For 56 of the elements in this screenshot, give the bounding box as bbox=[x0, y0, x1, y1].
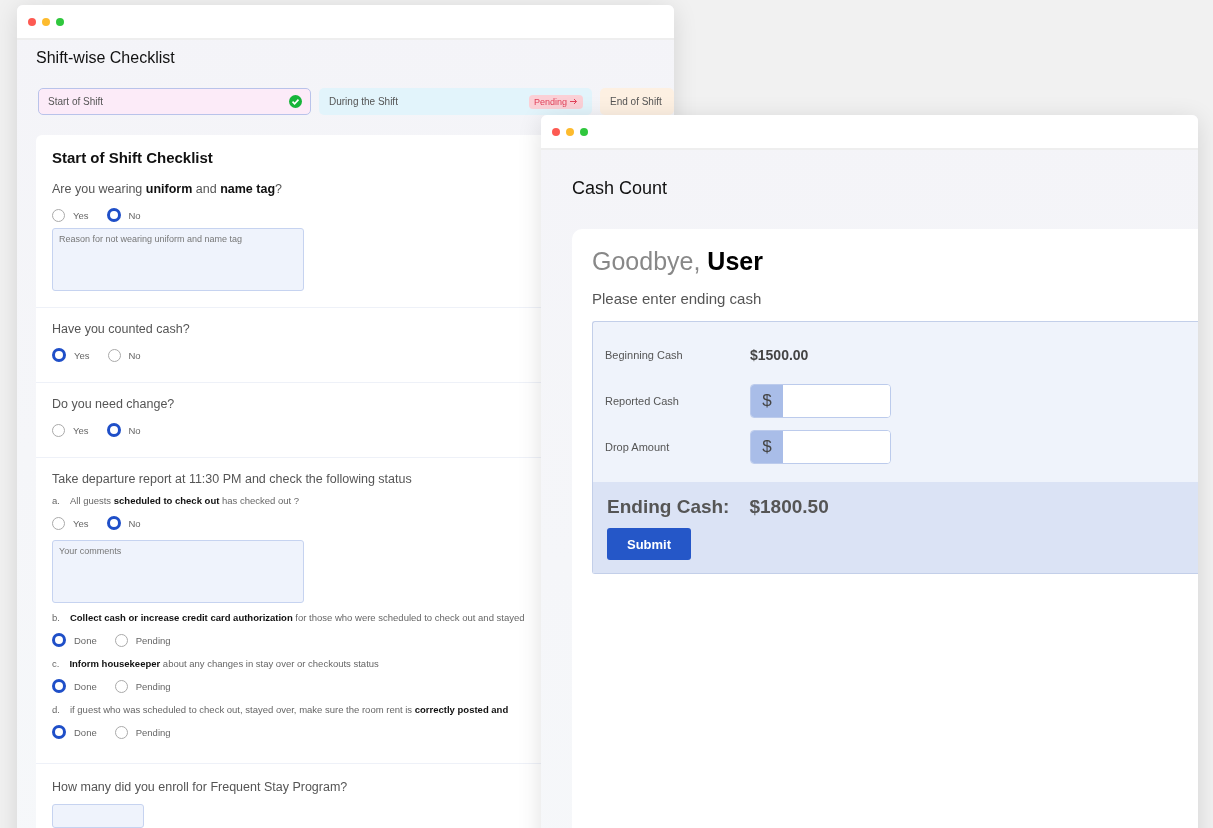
question-text: Are you wearing uniform and name tag? bbox=[52, 182, 282, 196]
step-text: Inform housekeeper about any changes in stay over or checkouts status bbox=[69, 658, 379, 669]
cash-value: $1500.00 bbox=[750, 347, 810, 363]
status-badge: Pending bbox=[528, 94, 583, 109]
radio-option[interactable]: Done bbox=[52, 633, 97, 647]
dollar-prefix: $ bbox=[751, 385, 783, 417]
radio-option[interactable]: Pending bbox=[114, 725, 171, 739]
radio-option[interactable]: Yes bbox=[52, 348, 90, 362]
radio-option[interactable]: Yes bbox=[52, 208, 89, 222]
question-text: How many did you enroll for Frequent Stay Program? bbox=[52, 780, 348, 794]
currency-field[interactable]: $ bbox=[750, 384, 891, 418]
window-title: Shift-wise Checklist bbox=[35, 48, 176, 67]
step-marker: b. bbox=[52, 612, 60, 623]
radio-option[interactable]: No bbox=[107, 348, 141, 362]
step-text: if guest who was scheduled to check out, stayed over, make sure the room rent is correctly posted and bbox=[69, 704, 509, 715]
tab-label: Start of Shift bbox=[48, 96, 104, 107]
field-label: Reported Cash bbox=[605, 395, 680, 407]
radio-option[interactable]: No bbox=[106, 423, 141, 437]
step-text: All guests scheduled to check out has checked out ? bbox=[69, 495, 300, 506]
field-label: Beginning Cash bbox=[605, 349, 684, 361]
comment-field[interactable]: Reason for not wearing uniform and name tag bbox=[52, 228, 304, 291]
radio-option[interactable]: Pending bbox=[114, 679, 171, 693]
prompt-text: Please enter ending cash bbox=[592, 290, 763, 307]
radio-option[interactable]: Yes bbox=[52, 423, 89, 437]
tab-label: End of Shift bbox=[610, 96, 662, 107]
step-marker: c. bbox=[52, 658, 60, 669]
question-text: Take departure report at 11:30 PM and check the following status bbox=[52, 472, 412, 486]
window-controls-icon bbox=[551, 126, 591, 137]
radio-option[interactable]: Yes bbox=[52, 516, 89, 530]
step-marker: a. bbox=[52, 495, 60, 506]
window-title: Cash Count bbox=[571, 177, 669, 199]
currency-field[interactable]: $ bbox=[750, 430, 891, 464]
tab-label: During the Shift bbox=[329, 96, 398, 107]
check-circle-icon bbox=[289, 95, 302, 108]
question-text: Have you counted cash? bbox=[52, 322, 190, 336]
radio-option[interactable]: Done bbox=[52, 725, 97, 739]
shift-tab[interactable]: Start of Shift bbox=[38, 88, 311, 115]
greeting-text: Goodbye, User bbox=[592, 247, 764, 276]
shift-tab[interactable]: End of Shift bbox=[600, 88, 674, 115]
card-title: Start of Shift Checklist bbox=[51, 148, 214, 168]
ending-cash-value: $1800.50 bbox=[749, 496, 829, 518]
submit-button[interactable]: Submit bbox=[607, 528, 691, 560]
dollar-prefix: $ bbox=[751, 431, 783, 463]
radio-option[interactable]: No bbox=[106, 208, 141, 222]
radio-option[interactable]: Pending bbox=[114, 633, 171, 647]
field-label: Drop Amount bbox=[605, 441, 671, 453]
ending-cash-label: Ending Cash: bbox=[607, 496, 730, 518]
radio-option[interactable]: No bbox=[106, 516, 141, 530]
number-field[interactable] bbox=[52, 804, 144, 828]
step-text: Collect cash or increase credit card authorization for those who were scheduled to check out and stayed bbox=[69, 612, 525, 623]
question-text: Do you need change? bbox=[52, 397, 175, 411]
window-controls-icon bbox=[27, 16, 67, 27]
step-marker: d. bbox=[52, 704, 60, 715]
radio-option[interactable]: Done bbox=[52, 679, 97, 693]
comment-field[interactable]: Your comments bbox=[52, 540, 304, 603]
shift-tab[interactable]: During the Shift Pending bbox=[319, 88, 592, 115]
